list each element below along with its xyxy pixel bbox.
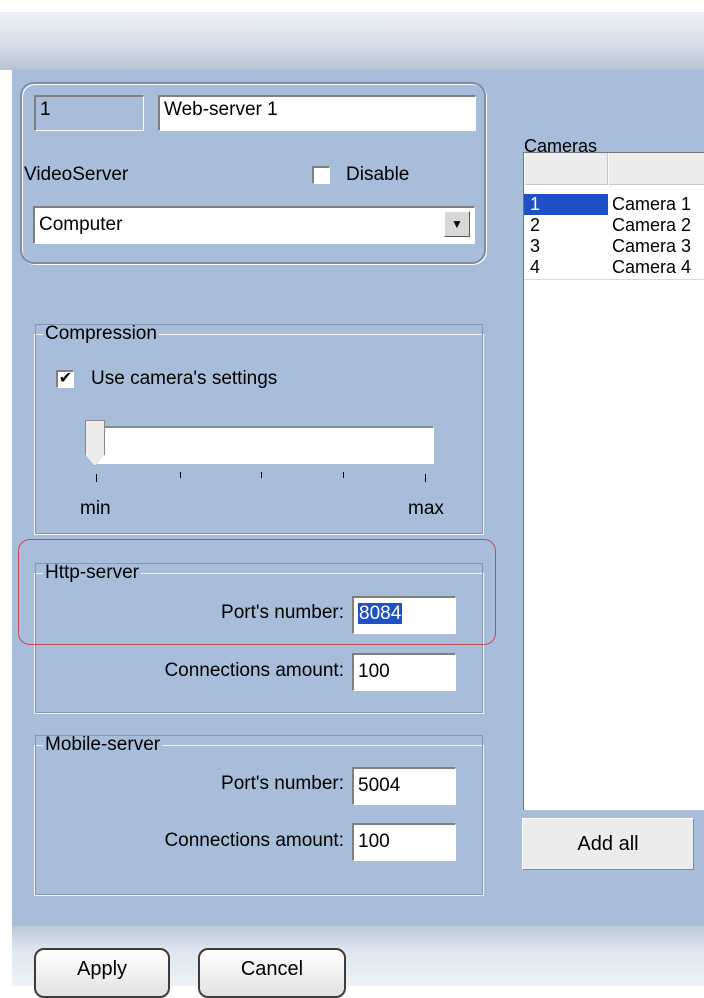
row-number: 4: [530, 257, 541, 277]
row-camera-name: Camera 4: [612, 257, 692, 277]
column-header-number[interactable]: [524, 153, 608, 185]
mobile-port-field[interactable]: 5004: [352, 767, 456, 805]
table-row[interactable]: 1 Camera 1: [524, 194, 704, 215]
add-all-button[interactable]: Add all: [522, 818, 694, 870]
use-camera-settings-label: Use camera's settings: [91, 368, 278, 389]
videoserver-label: VideoServer: [24, 164, 129, 185]
table-row[interactable]: 2 Camera 2: [524, 215, 704, 236]
slider-tick: [96, 474, 97, 482]
server-name-field[interactable]: Web-server 1: [158, 95, 476, 131]
http-port-label: Port's number:: [221, 602, 344, 623]
cancel-button[interactable]: Cancel: [198, 948, 346, 998]
row-number: 2: [530, 215, 541, 235]
mobile-server-group: Mobile-server: [34, 734, 484, 896]
row-number: 1: [524, 194, 608, 215]
compression-slider-track[interactable]: [96, 426, 434, 464]
http-port-value: 8084: [358, 603, 403, 624]
title-bar: [0, 12, 704, 70]
slider-tick: [180, 472, 181, 478]
dropdown-arrow-icon[interactable]: ▼: [444, 211, 470, 237]
computer-select[interactable]: Computer: [33, 206, 475, 244]
apply-button[interactable]: Apply: [34, 948, 170, 998]
cameras-table-header: [524, 153, 704, 185]
cameras-table[interactable]: 1 Camera 1 2 Camera 2 3 Camera 3 4 Camer…: [523, 152, 704, 810]
slider-tick: [343, 472, 344, 478]
mobile-connections-label: Connections amount:: [164, 830, 344, 851]
row-camera-name: Camera 2: [612, 215, 692, 235]
slider-min-label: min: [80, 498, 111, 519]
mobile-port-label: Port's number:: [221, 773, 344, 794]
server-id-field[interactable]: 1: [34, 95, 144, 131]
row-number: 3: [530, 236, 541, 256]
disable-checkbox[interactable]: [312, 166, 330, 184]
compression-legend: Compression: [43, 323, 159, 345]
disable-label: Disable: [346, 164, 410, 185]
slider-tick: [425, 474, 426, 482]
http-connections-field[interactable]: 100: [352, 653, 456, 691]
slider-max-label: max: [408, 498, 444, 519]
row-camera-name: Camera 1: [612, 194, 692, 214]
table-row[interactable]: 3 Camera 3: [524, 236, 704, 257]
computer-select-value: Computer: [39, 214, 123, 235]
checkmark-icon: ✔: [58, 370, 73, 387]
http-connections-label: Connections amount:: [164, 660, 344, 681]
use-camera-settings-checkbox[interactable]: ✔: [56, 370, 74, 388]
mobile-server-legend: Mobile-server: [43, 734, 163, 756]
row-divider: [524, 279, 704, 280]
mobile-connections-field[interactable]: 100: [352, 823, 456, 861]
slider-tick: [261, 472, 262, 478]
table-row[interactable]: 4 Camera 4: [524, 257, 704, 278]
row-camera-name: Camera 3: [612, 236, 692, 256]
column-header-name[interactable]: [608, 153, 704, 185]
http-port-field[interactable]: 8084: [352, 596, 456, 634]
